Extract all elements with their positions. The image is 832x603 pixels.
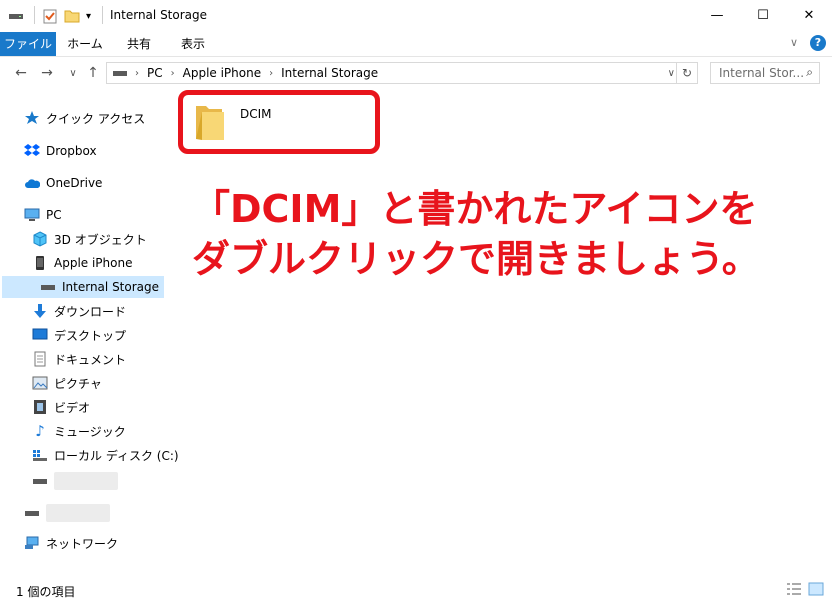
download-arrow-icon [32, 303, 48, 319]
nav-label: Apple iPhone [54, 256, 133, 270]
breadcrumb-pc[interactable]: PC [147, 66, 163, 80]
instruction-annotation: 「DCIM」と書かれたアイコンを ダブルクリックで開きましょう。 [192, 184, 812, 284]
separator [34, 6, 35, 24]
nav-label: OneDrive [46, 176, 103, 190]
phone-icon [32, 255, 48, 271]
address-row: ← → ∨ ↑ › PC › Apple iPhone › Internal S… [0, 58, 832, 88]
details-view-icon[interactable] [786, 582, 802, 599]
nav-label: ミュージック [54, 424, 126, 439]
nav-pc[interactable]: PC [24, 204, 62, 226]
nav-label: ピクチャ [54, 376, 102, 391]
nav-label: クイック アクセス [46, 111, 146, 126]
nav-label: ダウンロード [54, 304, 127, 319]
nav-label: デスクトップ [54, 328, 127, 343]
tab-home[interactable]: ホーム [60, 32, 110, 56]
minimize-button[interactable]: — [694, 0, 740, 30]
cloud-icon [24, 175, 40, 191]
ribbon: ファイル ホーム 共有 表示 ∨ ? [0, 32, 832, 57]
drive-icon [8, 6, 24, 26]
search-icon[interactable]: ⌕ [806, 65, 813, 80]
nav-redacted-drive[interactable] [32, 470, 118, 492]
chevron-right-icon: › [170, 67, 175, 79]
chevron-right-icon: › [269, 67, 274, 79]
address-bar[interactable]: › PC › Apple iPhone › Internal Storage ∨… [106, 62, 698, 84]
drive-icon [40, 279, 56, 295]
drive-icon [113, 69, 127, 77]
breadcrumb-internal-storage[interactable]: Internal Storage [281, 66, 378, 80]
new-folder-icon[interactable] [64, 6, 80, 26]
nav-label: Internal Storage [62, 280, 160, 294]
title-bar: ▾ Internal Storage — ☐ ✕ [0, 0, 832, 32]
highlight-frame [178, 90, 380, 154]
item-count: 1 個の項目 [16, 585, 76, 599]
nav-documents[interactable]: ドキュメント [32, 348, 126, 370]
search-input[interactable]: Internal Stor... ⌕ [710, 62, 820, 84]
large-icons-view-icon[interactable] [808, 582, 824, 599]
close-button[interactable]: ✕ [786, 0, 832, 30]
film-icon [32, 399, 48, 415]
nav-label: ネットワーク [46, 536, 119, 551]
annotation-line-1: 「DCIM」と書かれたアイコンを [192, 187, 758, 231]
up-arrow-icon[interactable]: ↑ [84, 64, 102, 82]
properties-icon[interactable] [42, 6, 58, 26]
nav-internal-storage[interactable]: Internal Storage [2, 276, 164, 298]
nav-redacted-drive[interactable] [24, 502, 110, 524]
help-icon[interactable]: ? [810, 35, 826, 51]
nav-dropbox[interactable]: Dropbox [24, 140, 97, 162]
search-placeholder: Internal Stor... [719, 66, 805, 80]
nav-desktop[interactable]: デスクトップ [32, 324, 126, 346]
nav-videos[interactable]: ビデオ [32, 396, 90, 418]
nav-quick-access[interactable]: クイック アクセス [24, 107, 145, 129]
drive-icon [24, 505, 40, 521]
recent-locations-icon[interactable]: ∨ [64, 64, 82, 82]
nav-downloads[interactable]: ダウンロード [32, 300, 126, 322]
customize-dropdown-icon[interactable]: ▾ [86, 6, 91, 26]
tab-share[interactable]: 共有 [114, 32, 164, 56]
expand-ribbon-icon[interactable]: ∨ [790, 36, 798, 49]
drive-icon [32, 473, 48, 489]
nav-onedrive[interactable]: OneDrive [24, 172, 102, 194]
nav-local-disk[interactable]: ローカル ディスク (C:) [32, 444, 179, 466]
music-note-icon: ♪ [35, 422, 45, 440]
tab-view[interactable]: 表示 [168, 32, 218, 56]
network-icon [24, 535, 40, 551]
nav-network[interactable]: ネットワーク [24, 532, 118, 554]
star-icon [24, 110, 40, 126]
nav-pictures[interactable]: ピクチャ [32, 372, 102, 394]
nav-label: ドキュメント [54, 352, 127, 367]
refresh-icon[interactable]: ↻ [676, 63, 697, 83]
desktop-icon [32, 327, 48, 343]
document-icon [32, 351, 48, 367]
nav-3d-objects[interactable]: 3D オブジェクト [32, 228, 147, 250]
picture-icon [32, 375, 48, 391]
nav-label: PC [46, 208, 62, 222]
chevron-right-icon: › [135, 67, 139, 79]
view-toggle [786, 582, 824, 599]
redacted-label [54, 472, 118, 490]
nav-label: ビデオ [54, 400, 91, 415]
cube-icon [32, 231, 48, 247]
nav-label: ローカル ディスク (C:) [54, 448, 179, 463]
nav-label: 3D オブジェクト [54, 232, 147, 247]
maximize-button[interactable]: ☐ [740, 0, 786, 30]
nav-music[interactable]: ♪ ミュージック [32, 420, 126, 442]
back-arrow-icon[interactable]: ← [12, 64, 30, 82]
breadcrumb-apple-iphone[interactable]: Apple iPhone [183, 66, 261, 80]
forward-arrow-icon[interactable]: → [38, 64, 56, 82]
window-title: Internal Storage [110, 8, 208, 22]
tab-file[interactable]: ファイル [0, 32, 56, 56]
address-dropdown-icon[interactable]: ∨ [668, 68, 675, 79]
status-bar: 1 個の項目 [0, 578, 832, 603]
nav-label: Dropbox [46, 144, 97, 158]
computer-icon [24, 207, 40, 223]
annotation-line-2: ダブルクリックで開きましょう。 [192, 237, 760, 281]
separator [102, 6, 103, 24]
nav-apple-iphone[interactable]: Apple iPhone [32, 252, 132, 274]
windows-drive-icon [32, 447, 48, 463]
dropbox-icon [24, 143, 40, 159]
file-list-area[interactable] [166, 88, 832, 566]
redacted-label [46, 504, 110, 522]
